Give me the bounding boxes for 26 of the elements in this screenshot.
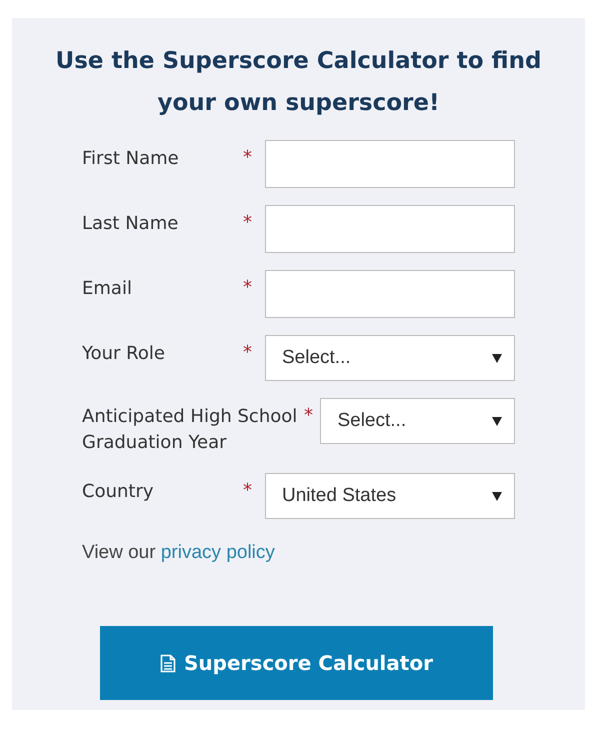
field-label: Country — [82, 480, 154, 504]
document-icon — [160, 654, 176, 672]
required-mark: * — [304, 404, 314, 428]
privacy-policy-link[interactable]: privacy policy — [160, 542, 275, 563]
select-dropdown[interactable]: Select... — [320, 398, 515, 444]
required-mark: * — [243, 341, 253, 365]
required-mark: * — [243, 276, 253, 300]
caret-icon — [492, 492, 502, 500]
required-mark: * — [243, 211, 253, 235]
required-mark: * — [243, 479, 253, 503]
field-label: Anticipated High School Graduation Year — [82, 405, 298, 455]
caret-icon — [492, 354, 502, 362]
field-label: Email — [82, 277, 132, 301]
superscore-calculator-button[interactable]: Superscore Calculator — [100, 626, 493, 700]
caret-icon — [492, 416, 502, 426]
required-mark: * — [243, 146, 253, 170]
field-label: Last Name — [82, 212, 178, 236]
select-dropdown[interactable]: Select... — [265, 335, 515, 381]
privacy-text: View our privacy policy — [82, 541, 276, 565]
select-dropdown[interactable]: United States — [265, 473, 515, 519]
form-title: Use the Superscore Calculator to find your own superscore! — [54, 47, 542, 118]
input-field[interactable] — [265, 205, 515, 253]
field-label: First Name — [82, 147, 179, 171]
field-label: Your Role — [82, 342, 165, 366]
input-field[interactable] — [265, 140, 515, 188]
input-field[interactable] — [265, 270, 515, 318]
